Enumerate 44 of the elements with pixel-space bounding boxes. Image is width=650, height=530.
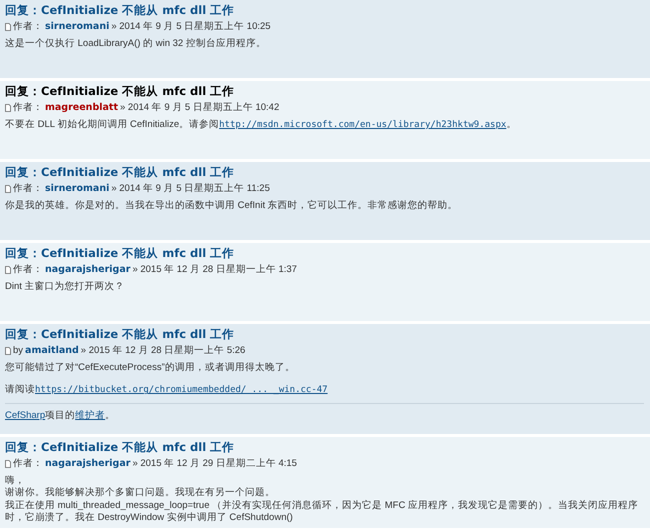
author-name[interactable]: nagarajsherigar xyxy=(45,458,130,469)
author-label: 作者： xyxy=(13,457,43,470)
author-label: 作者： xyxy=(13,182,43,195)
page-icon xyxy=(5,460,11,468)
author-label: 作者： xyxy=(13,263,43,276)
author-name[interactable]: nagarajsherigar xyxy=(45,264,130,275)
post-text: 嗨， xyxy=(5,475,26,487)
author-name[interactable]: sirneromani xyxy=(45,21,110,32)
author-label: 作者： xyxy=(13,20,43,33)
signature-text: CefSharp项目的维护者。 xyxy=(5,410,116,422)
post-date: » 2014 年 9 月 5 日星期五上午 10:42 xyxy=(120,101,280,114)
post-date: » 2014 年 9 月 5 日星期五上午 10:25 xyxy=(111,20,271,33)
post-date: » 2015 年 12 月 28 日星期一上午 5:26 xyxy=(80,344,246,357)
author-name[interactable]: amaitland xyxy=(25,345,79,356)
post-text: 你是我的英雄。你是对的。当我在导出的函数中调用 CefInit 东西时，它可以工作。非常感谢您的帮助。 xyxy=(5,200,459,212)
post-title[interactable]: 回复：CefInitialize 不能从 mfc dll 工作 xyxy=(5,246,644,261)
post-text: 这是一个仅执行 LoadLibraryA() 的 win 32 控制台应用程序。 xyxy=(5,38,267,50)
post-text: 请阅读https://bitbucket.org/chromiumembedded/ ... _win.cc-47 xyxy=(5,384,329,398)
page-icon xyxy=(5,346,11,354)
post-title[interactable]: 回复：CefInitialize 不能从 mfc dll 工作 xyxy=(5,84,644,99)
post-title[interactable]: 回复：CefInitialize 不能从 mfc dll 工作 xyxy=(5,165,644,180)
page-icon xyxy=(5,22,11,30)
link[interactable]: http://msdn.microsoft.com/en-us/library/h23hktw9.aspx xyxy=(219,120,506,130)
link[interactable]: CefSharp xyxy=(5,410,46,422)
page-icon xyxy=(5,104,11,112)
author-label: by xyxy=(13,345,24,356)
post-title[interactable]: 回复：CefInitialize 不能从 mfc dll 工作 xyxy=(5,3,644,18)
post-text: 谢谢你。我能够解决那个多窗口问题。我现在有另一个问题。 xyxy=(5,487,276,500)
post-text: 我正在使用 multi_threaded_message_loop=true （并没有实现任何消息循环，因为它是 MFC 应用程序，我发现它是需要的）。当我关闭应用程序时，它崩溃了。我在 DestroyWindow 实例中调用了 CefShutdown() xyxy=(5,500,639,524)
post-text: Dint 主窗口为您打开两次？ xyxy=(5,281,126,294)
post-date: » 2015 年 12 月 28 日星期一上午 1:37 xyxy=(132,263,297,276)
post-date: » 2015 年 12 月 29 日星期二上午 4:15 xyxy=(132,457,297,470)
link[interactable]: 维护者 xyxy=(75,410,106,422)
author-name[interactable]: magreenblatt xyxy=(45,102,118,113)
post-title[interactable]: 回复：CefInitialize 不能从 mfc dll 工作 xyxy=(5,327,644,342)
page-icon xyxy=(5,266,11,274)
post-text: 您可能错过了对“CefExecuteProcess”的调用，或者调用得太晚了。 xyxy=(5,362,296,374)
post-text: 不要在 DLL 初始化期间调用 CefInitialize。请参阅 http://msdn.microsoft.com/en-us/library/h23hktw9.aspx。 xyxy=(5,119,518,132)
post-title[interactable]: 回复：CefInitialize 不能从 mfc dll 工作 xyxy=(5,440,644,455)
post-date: » 2014 年 9 月 5 日星期五上午 11:25 xyxy=(111,182,270,195)
author-name[interactable]: sirneromani xyxy=(45,183,110,194)
page-icon xyxy=(5,184,11,192)
link[interactable]: https://bitbucket.org/chromiumembedded/ ... _win.cc-47 xyxy=(35,385,328,396)
author-label: 作者： xyxy=(13,101,43,114)
